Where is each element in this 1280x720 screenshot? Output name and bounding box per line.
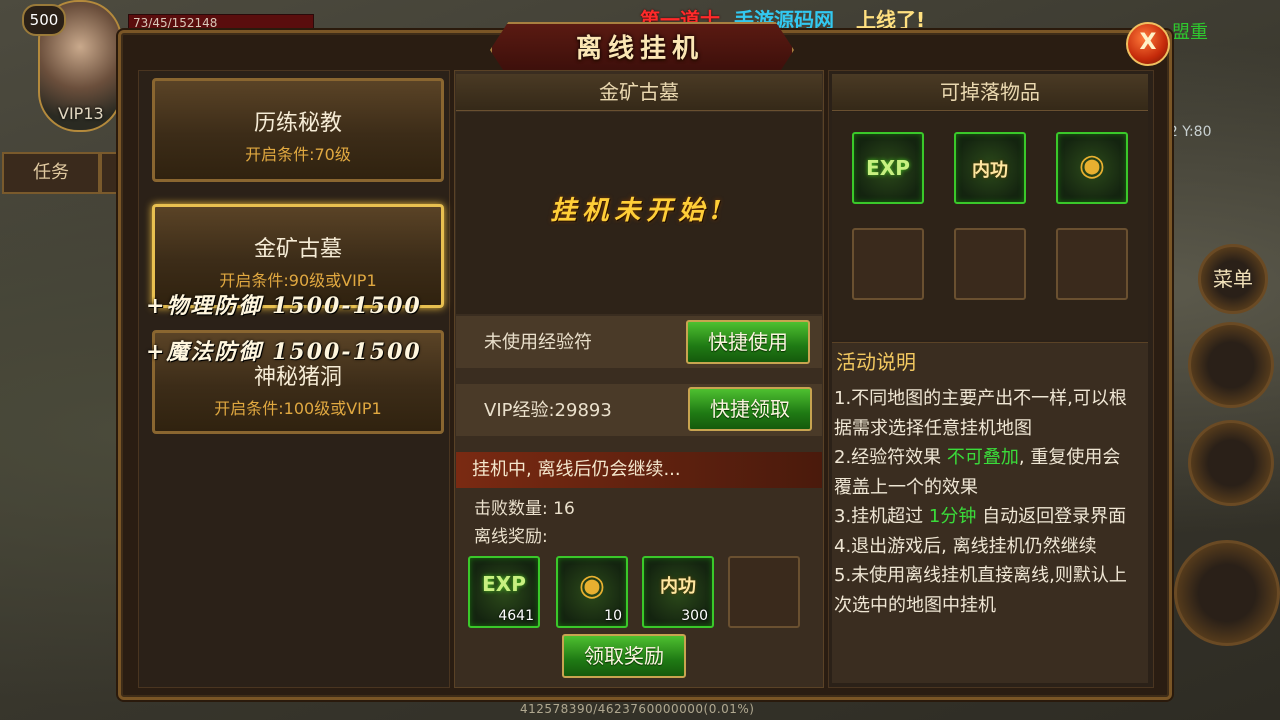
afk-running-notice: 挂机中, 离线后仍会继续... bbox=[456, 452, 822, 488]
kill-count: 击败数量: 16 bbox=[474, 499, 575, 519]
neigong-icon: 内功 bbox=[972, 160, 1008, 181]
vip-exp-label: VIP经验:29893 bbox=[484, 400, 612, 421]
map-condition: 开启条件:100级或VIP1 bbox=[214, 399, 382, 418]
reward-slot-neigong[interactable]: 内功 300 bbox=[642, 556, 714, 628]
reward-quantity: 4641 bbox=[498, 608, 534, 624]
exp-icon: EXP bbox=[866, 156, 910, 180]
desc-line-2: 2.经验符效果 不可叠加, 重复使用会覆盖上一个的效果 bbox=[834, 443, 1134, 502]
magic-defense-tooltip: +魔法防御 1500-1500 bbox=[146, 339, 422, 365]
quick-claim-button[interactable]: 快捷领取 bbox=[688, 387, 812, 431]
reward-quantity: 300 bbox=[681, 608, 708, 624]
tab-tasks[interactable]: 任务 bbox=[2, 152, 100, 194]
drop-slot-empty bbox=[852, 228, 924, 300]
desc-highlight: 不可叠加 bbox=[946, 447, 1019, 468]
dialog-title: 离线挂机 bbox=[575, 34, 704, 64]
desc-text: 2.经验符效果 bbox=[834, 447, 947, 468]
offline-reward-label: 离线奖励: bbox=[474, 527, 548, 547]
drop-slot-empty bbox=[954, 228, 1026, 300]
physical-defense-tooltip: +物理防御 1500-1500 bbox=[146, 293, 422, 319]
alliance-label: 盟重 bbox=[1172, 22, 1208, 43]
activity-description-text: 1.不同地图的主要产出不一样,可以根据需求选择任意挂机地图 2.经验符效果 不可… bbox=[834, 384, 1134, 620]
drop-slot-neigong[interactable]: 内功 bbox=[954, 132, 1026, 204]
desc-line-3: 3.挂机超过 1分钟 自动返回登录界面 bbox=[834, 502, 1134, 532]
reward-slot-exp[interactable]: EXP 4641 bbox=[468, 556, 540, 628]
map-name: 历练秘教 bbox=[253, 111, 342, 136]
reward-slot-empty bbox=[728, 556, 800, 628]
drop-slot-exp[interactable]: EXP bbox=[852, 132, 924, 204]
reward-slot-coins[interactable]: ◉ 10 bbox=[556, 556, 628, 628]
skill-slot-1[interactable] bbox=[1188, 322, 1274, 408]
reward-quantity: 10 bbox=[604, 608, 622, 624]
map-condition: 开启条件:70级 bbox=[245, 145, 351, 164]
desc-line-4: 4.退出游戏后, 离线挂机仍然继续 bbox=[834, 535, 1097, 557]
desc-line-1: 1.不同地图的主要产出不一样,可以根据需求选择任意挂机地图 bbox=[834, 388, 1127, 439]
coin-pile-icon: ◉ bbox=[1078, 148, 1106, 183]
desc-line-5: 5.未使用离线挂机直接离线,则默认上次选中的地图中挂机 bbox=[834, 565, 1127, 616]
attack-button[interactable] bbox=[1174, 540, 1280, 646]
map-item-training-sect[interactable]: 历练秘教 开启条件:70级 bbox=[152, 78, 444, 182]
exp-scroll-label: 未使用经验符 bbox=[484, 332, 592, 353]
quick-use-button[interactable]: 快捷使用 bbox=[686, 320, 810, 364]
drops-title: 可掉落物品 bbox=[832, 74, 1148, 111]
drop-slot-coins[interactable]: ◉ bbox=[1056, 132, 1128, 204]
exp-icon: EXP bbox=[482, 572, 526, 596]
afk-status-text: 挂机未开始! bbox=[550, 196, 728, 226]
close-button[interactable]: X bbox=[1126, 22, 1170, 66]
desc-highlight: 1分钟 bbox=[928, 506, 977, 527]
claim-reward-button[interactable]: 领取奖励 bbox=[562, 634, 686, 678]
player-level-badge: 500 bbox=[22, 4, 66, 36]
drop-slot-empty bbox=[1056, 228, 1128, 300]
desc-text: 自动返回登录界面 bbox=[976, 506, 1127, 527]
menu-button[interactable]: 菜单 bbox=[1198, 244, 1268, 314]
neigong-icon: 内功 bbox=[660, 576, 696, 597]
desc-text: 3.挂机超过 bbox=[834, 506, 929, 527]
selected-map-title: 金矿古墓 bbox=[456, 74, 822, 111]
map-name: 金矿古墓 bbox=[253, 237, 342, 262]
skill-slot-2[interactable] bbox=[1188, 420, 1274, 506]
announcement-part-3: 上线了! bbox=[856, 8, 926, 32]
activity-description-title: 活动说明 bbox=[836, 350, 916, 374]
coin-pile-icon: ◉ bbox=[578, 568, 606, 603]
exp-bar-text: 412578390/4623760000000(0.01%) bbox=[520, 702, 755, 716]
vip-badge[interactable]: VIP13 bbox=[58, 104, 104, 123]
